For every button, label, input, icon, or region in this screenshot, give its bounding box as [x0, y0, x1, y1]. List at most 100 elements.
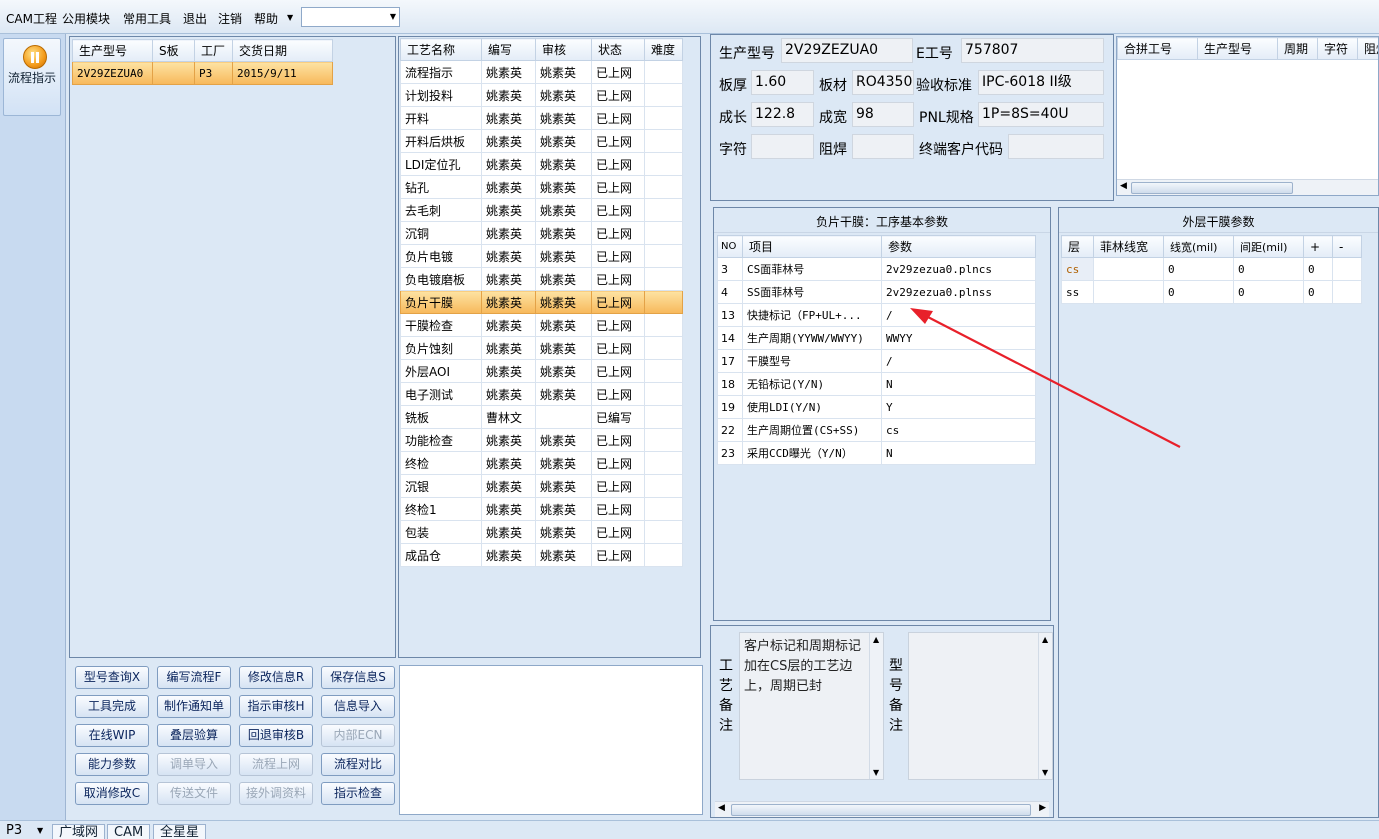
table-row[interactable]: 成品仓 姚素英 姚素英 已上网: [400, 543, 683, 567]
col-header[interactable]: 周期: [1277, 37, 1318, 60]
process-remark-textarea[interactable]: 客户标记和周期标记加在CS层的工艺边上，周期已封 ▲ ▼: [739, 632, 884, 780]
table-cell[interactable]: 计划投料: [400, 83, 482, 107]
col-header[interactable]: NO: [717, 235, 743, 258]
table-row[interactable]: 电子测试 姚素英 姚素英 已上网: [400, 382, 683, 406]
col-header[interactable]: 工艺名称: [400, 38, 482, 61]
table-cell[interactable]: 干膜型号: [742, 349, 882, 373]
action-button[interactable]: 回退审核B: [239, 724, 313, 747]
table-cell[interactable]: 0: [1303, 280, 1333, 304]
table-cell[interactable]: 13: [717, 303, 743, 327]
scrollbar-thumb[interactable]: [1131, 182, 1293, 194]
action-button[interactable]: 流程对比: [321, 753, 395, 776]
table-row[interactable]: 计划投料 姚素英 姚素英 已上网: [400, 83, 683, 107]
table-cell[interactable]: 姚素英: [481, 451, 536, 475]
col-header[interactable]: 编写: [481, 38, 536, 61]
table-row[interactable]: 19 使用LDI(Y/N) Y: [717, 395, 1036, 419]
table-cell[interactable]: 已上网: [591, 106, 645, 130]
table-cell[interactable]: [644, 106, 683, 130]
menu-logout[interactable]: 注销: [218, 10, 242, 27]
table-cell[interactable]: 已上网: [591, 336, 645, 360]
table-cell[interactable]: 姚素英: [481, 359, 536, 383]
table-cell[interactable]: 3: [717, 257, 743, 281]
action-button[interactable]: 叠层验算: [157, 724, 231, 747]
table-cell[interactable]: 姚素英: [535, 497, 592, 521]
table-cell[interactable]: 姚素英: [481, 290, 536, 314]
action-button[interactable]: 传送文件: [157, 782, 231, 805]
table-cell[interactable]: 18: [717, 372, 743, 396]
table-cell[interactable]: 姚素英: [535, 198, 592, 222]
table-cell[interactable]: 姚素英: [535, 520, 592, 544]
table-row[interactable]: 17 干膜型号 /: [717, 349, 1036, 373]
table-cell[interactable]: [644, 244, 683, 268]
mask-field[interactable]: [852, 134, 914, 159]
table-cell[interactable]: 曹林文: [481, 405, 536, 429]
table-cell[interactable]: 生产周期(YYWW/WWYY): [742, 326, 882, 350]
table-row[interactable]: 13 快捷标记（FP+UL+... /: [717, 303, 1036, 327]
table-cell[interactable]: [644, 497, 683, 521]
action-button[interactable]: 流程上网: [239, 753, 313, 776]
table-cell[interactable]: [644, 290, 683, 314]
table-row[interactable]: 22 生产周期位置(CS+SS) cs: [717, 418, 1036, 442]
table-cell[interactable]: 已上网: [591, 221, 645, 245]
action-button[interactable]: 工具完成: [75, 695, 149, 718]
table-cell[interactable]: 已上网: [591, 129, 645, 153]
table-cell[interactable]: [644, 129, 683, 153]
table-cell[interactable]: 已编写: [591, 405, 645, 429]
table-cell[interactable]: 姚素英: [481, 221, 536, 245]
table-row[interactable]: 18 无铅标记(Y/N) N: [717, 372, 1036, 396]
table-cell[interactable]: Y: [881, 395, 1036, 419]
table-cell[interactable]: [644, 83, 683, 107]
table-cell[interactable]: 终检1: [400, 497, 482, 521]
menu-combo-box[interactable]: ▼: [301, 7, 400, 27]
table-cell[interactable]: 无铅标记(Y/N): [742, 372, 882, 396]
table-cell[interactable]: 已上网: [591, 520, 645, 544]
table-cell[interactable]: ss: [1061, 280, 1094, 304]
table-cell[interactable]: 已上网: [591, 451, 645, 475]
action-button[interactable]: 调单导入: [157, 753, 231, 776]
table-row[interactable]: 2V29ZEZUA0 P3 2015/9/11: [72, 61, 333, 85]
table-cell[interactable]: 姚素英: [535, 175, 592, 199]
vertical-scrollbar[interactable]: ▲ ▼: [1038, 633, 1052, 779]
action-button[interactable]: 保存信息S: [321, 666, 395, 689]
table-cell[interactable]: 已上网: [591, 474, 645, 498]
table-cell[interactable]: [644, 520, 683, 544]
table-row[interactable]: 钻孔 姚素英 姚素英 已上网: [400, 175, 683, 199]
table-cell[interactable]: 14: [717, 326, 743, 350]
table-cell[interactable]: CS面菲林号: [742, 257, 882, 281]
table-cell[interactable]: 姚素英: [481, 428, 536, 452]
table-cell[interactable]: 姚素英: [535, 451, 592, 475]
table-cell[interactable]: [644, 382, 683, 406]
table-cell[interactable]: 2V29ZEZUA0: [72, 61, 153, 85]
table-cell[interactable]: 姚素英: [535, 359, 592, 383]
scroll-up-icon[interactable]: ▲: [873, 635, 879, 644]
scroll-left-icon[interactable]: ◀: [1120, 181, 1127, 191]
table-cell[interactable]: 已上网: [591, 198, 645, 222]
table-row[interactable]: 负片电镀 姚素英 姚素英 已上网: [400, 244, 683, 268]
table-cell[interactable]: [644, 175, 683, 199]
table-cell[interactable]: 钻孔: [400, 175, 482, 199]
table-cell[interactable]: 负片电镀: [400, 244, 482, 268]
action-button[interactable]: 指示检查: [321, 782, 395, 805]
char-field[interactable]: [751, 134, 814, 159]
table-cell[interactable]: 姚素英: [535, 382, 592, 406]
table-cell[interactable]: 0: [1163, 280, 1234, 304]
table-cell[interactable]: N: [881, 441, 1036, 465]
table-row[interactable]: 4 SS面菲林号 2v29zezua0.plnss: [717, 280, 1036, 304]
table-row[interactable]: 开料后烘板 姚素英 姚素英 已上网: [400, 129, 683, 153]
col-header[interactable]: 合拼工号: [1117, 37, 1198, 60]
table-cell[interactable]: [644, 405, 683, 429]
factory-select[interactable]: P3: [6, 823, 22, 838]
col-header[interactable]: -: [1332, 235, 1362, 258]
table-cell[interactable]: 姚素英: [481, 382, 536, 406]
table-cell[interactable]: 姚素英: [481, 244, 536, 268]
col-header[interactable]: 菲林线宽: [1093, 235, 1164, 258]
table-cell[interactable]: 姚素英: [535, 474, 592, 498]
process-note-area[interactable]: [399, 665, 703, 815]
table-cell[interactable]: 负片蚀刻: [400, 336, 482, 360]
table-cell[interactable]: 姚素英: [481, 543, 536, 567]
table-cell[interactable]: 姚素英: [481, 313, 536, 337]
table-row[interactable]: 包装 姚素英 姚素英 已上网: [400, 520, 683, 544]
table-cell[interactable]: WWYY: [881, 326, 1036, 350]
tab-wan[interactable]: 广域网: [52, 824, 106, 839]
table-cell[interactable]: 姚素英: [481, 60, 536, 84]
